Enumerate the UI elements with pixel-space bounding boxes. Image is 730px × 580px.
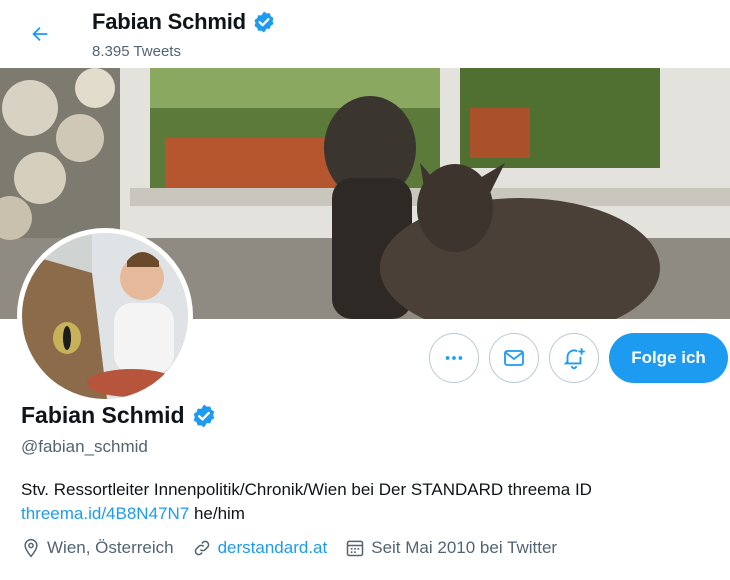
notifications-button[interactable] [549,333,599,383]
notification-bell-icon [563,348,585,370]
joined-item: Seit Mai 2010 bei Twitter [345,538,557,558]
bio-text: Stv. Ressortleiter Innenpolitik/Chronik/… [21,480,592,499]
profile-name: Fabian Schmid [21,402,185,428]
header-name-row: Fabian Schmid [92,9,276,35]
calendar-icon [346,540,364,557]
message-button[interactable] [489,333,539,383]
profile-bio: Stv. Ressortleiter Innenpolitik/Chronik/… [21,478,711,526]
mail-icon [504,350,524,366]
location-text: Wien, Österreich [47,538,174,557]
bio-suffix: he/him [189,504,245,523]
location-icon [24,538,38,558]
header-name: Fabian Schmid [92,9,246,34]
verified-badge-icon [193,404,214,427]
more-button[interactable] [429,333,479,383]
website-link[interactable]: derstandard.at [218,538,328,558]
website-item: derstandard.at [192,538,328,558]
tweet-count: 8.395 Tweets [92,43,181,60]
link-icon [194,540,209,556]
profile-handle: @fabian_schmid [21,437,148,456]
verified-badge-icon [254,11,274,33]
bio-link[interactable]: threema.id/4B8N47N7 [21,504,189,523]
avatar-frame[interactable] [17,228,193,404]
top-bar: Fabian Schmid 8.395 Tweets [0,0,730,68]
profile-meta: Wien, Österreich derstandard.at Seit Mai… [21,538,575,558]
profile-name-row: Fabian Schmid [21,402,217,429]
joined-text: Seit Mai 2010 bei Twitter [371,538,558,557]
location-item: Wien, Österreich [21,538,174,558]
avatar[interactable] [22,233,188,399]
more-icon [445,356,463,360]
back-button[interactable] [22,16,58,52]
following-button[interactable]: Folge ich [609,333,728,383]
back-arrow-icon [32,26,48,42]
